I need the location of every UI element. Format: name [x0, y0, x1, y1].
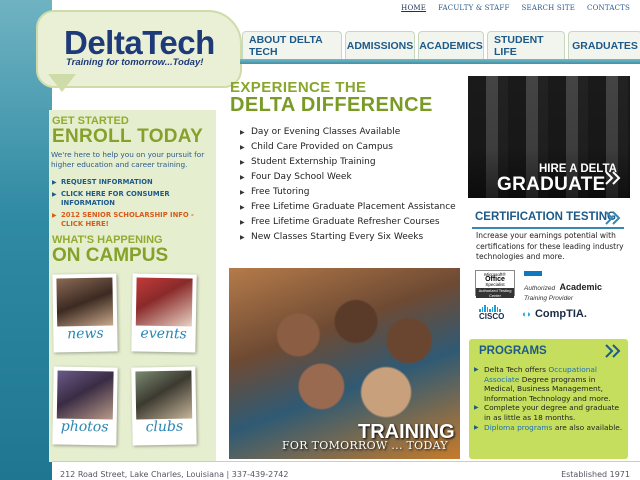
- main-nav: ABOUT DELTA TECH ADMISSIONS ACADEMICS ST…: [242, 31, 640, 59]
- delta-difference-heading: DELTA DIFFERENCE: [230, 94, 433, 116]
- clubs-photo: [135, 370, 193, 420]
- certification-description: Increase your earnings potential with ce…: [476, 231, 624, 261]
- enroll-today-heading[interactable]: ENROLL TODAY: [52, 126, 203, 148]
- programs-heading[interactable]: PROGRAMS: [479, 345, 547, 357]
- certification-heading[interactable]: CERTIFICATION TESTING: [475, 211, 616, 223]
- chevron-right-icon[interactable]: [604, 343, 622, 359]
- certification-divider: [472, 227, 624, 229]
- benefit-item: ▶ Free Tutoring: [240, 185, 456, 200]
- bullet-icon: ▶: [474, 423, 479, 431]
- bullet-icon: ▶: [240, 219, 245, 226]
- diploma-programs-link[interactable]: Diploma programs: [484, 423, 553, 432]
- tab-about[interactable]: ABOUT DELTA TECH: [242, 31, 342, 59]
- benefit-item: ▶ Free Lifetime Graduate Placement Assist…: [240, 200, 456, 215]
- bullet-icon: ▶: [240, 159, 245, 166]
- chevron-right-icon[interactable]: [604, 170, 622, 186]
- consumer-info-link[interactable]: ▶ CLICK HERE FOR CONSUMER INFORMATION: [52, 190, 212, 208]
- nav-search-link[interactable]: SEARCH SITE: [522, 4, 575, 12]
- clubs-caption: clubs: [145, 418, 184, 436]
- utility-nav: HOME FACULTY & STAFF SEARCH SITE CONTACT…: [401, 4, 630, 12]
- tab-graduates[interactable]: GRADUATES: [568, 31, 640, 59]
- microsoft-office-specialist-logo: Microsoft® Office Specialist Authorized …: [475, 270, 515, 298]
- photos-tile[interactable]: photos: [52, 366, 118, 446]
- scholarship-info-link[interactable]: ▶ 2012 SENIOR SCHOLARSHIP INFO - CLICK HE…: [52, 211, 212, 229]
- comptia-logo: ◖◗ CompTIA.: [521, 308, 587, 320]
- bullet-icon: ▶: [240, 234, 245, 241]
- chevron-right-icon[interactable]: [604, 210, 622, 226]
- bullet-icon: ▶: [474, 366, 479, 373]
- program-item: ▶ Delta Tech offers Occupational Associa…: [474, 365, 611, 403]
- footer-established: Established 1971: [561, 470, 630, 479]
- benefit-item: ▶ Four Day School Week: [240, 170, 456, 185]
- tab-student-life[interactable]: STUDENT LIFE: [487, 31, 565, 59]
- benefit-item: ▶ Free Lifetime Graduate Refresher Course…: [240, 215, 456, 230]
- enroll-description: We're here to help you on your pursuit f…: [51, 150, 205, 169]
- news-photo: [56, 277, 114, 327]
- bullet-icon: ▶: [474, 404, 479, 412]
- photos-caption: photos: [60, 418, 109, 436]
- nav-divider: [240, 59, 640, 64]
- footer-divider: [52, 461, 640, 462]
- cisco-logo: CISCO: [479, 305, 504, 321]
- benefit-item: ▶ New Classes Starting Every Six Weeks: [240, 230, 456, 245]
- bullet-icon: ▶: [240, 189, 245, 196]
- benefits-list: ▶ Day or Evening Classes Available ▶ Child…: [240, 125, 456, 245]
- photos-photo: [56, 370, 114, 420]
- cisco-bars-icon: [479, 305, 504, 312]
- graduate-text: GRADUATE: [497, 174, 606, 195]
- nav-faculty-link[interactable]: FACULTY & STAFF: [438, 4, 509, 12]
- tab-admissions[interactable]: ADMISSIONS: [345, 31, 415, 59]
- events-caption: events: [140, 325, 187, 343]
- benefit-item: ▶ Day or Evening Classes Available: [240, 125, 456, 140]
- nav-home-link[interactable]: HOME: [401, 4, 426, 12]
- arrow-right-icon: ▶: [52, 179, 57, 186]
- nav-contacts-link[interactable]: CONTACTS: [587, 4, 630, 12]
- bullet-icon: ▶: [240, 204, 245, 211]
- hero-subtitle-text: FOR TOMORROW ... TODAY: [282, 439, 448, 452]
- bullet-icon: ▶: [240, 144, 245, 151]
- clubs-tile[interactable]: clubs: [131, 366, 197, 446]
- programs-list: ▶ Delta Tech offers Occupational Associa…: [474, 365, 626, 432]
- bullet-icon: ▶: [240, 174, 245, 181]
- enroll-links: ▶ REQUEST INFORMATION ▶ CLICK HERE FOR CON…: [52, 178, 212, 232]
- arrow-right-icon: ▶: [52, 191, 57, 198]
- news-tile[interactable]: news: [52, 273, 118, 353]
- aatp-tag: [524, 271, 542, 276]
- program-item: ▶ Complete your degree and graduate in a…: [474, 403, 620, 422]
- benefit-item: ▶ Student Externship Training: [240, 155, 456, 170]
- arrow-right-icon: ▶: [52, 212, 57, 219]
- logo-tagline: Training for tomorrow...Today!: [66, 57, 204, 68]
- request-info-link[interactable]: ▶ REQUEST INFORMATION: [52, 178, 212, 187]
- on-campus-heading: ON CAMPUS: [52, 245, 169, 266]
- benefit-item: ▶ Child Care Provided on Campus: [240, 140, 456, 155]
- events-tile[interactable]: events: [131, 273, 197, 353]
- bullet-icon: ▶: [240, 129, 245, 136]
- news-caption: news: [66, 325, 104, 343]
- events-photo: [135, 277, 193, 327]
- tab-academics[interactable]: ACADEMICS: [418, 31, 484, 59]
- program-item: ▶ Diploma programs are also available.: [474, 422, 623, 432]
- aatp-logo: Authorized Academic Training Provider: [524, 271, 614, 302]
- footer-address: 212 Road Street, Lake Charles, Louisiana…: [60, 470, 289, 479]
- logo-bubble-tail: [48, 74, 76, 92]
